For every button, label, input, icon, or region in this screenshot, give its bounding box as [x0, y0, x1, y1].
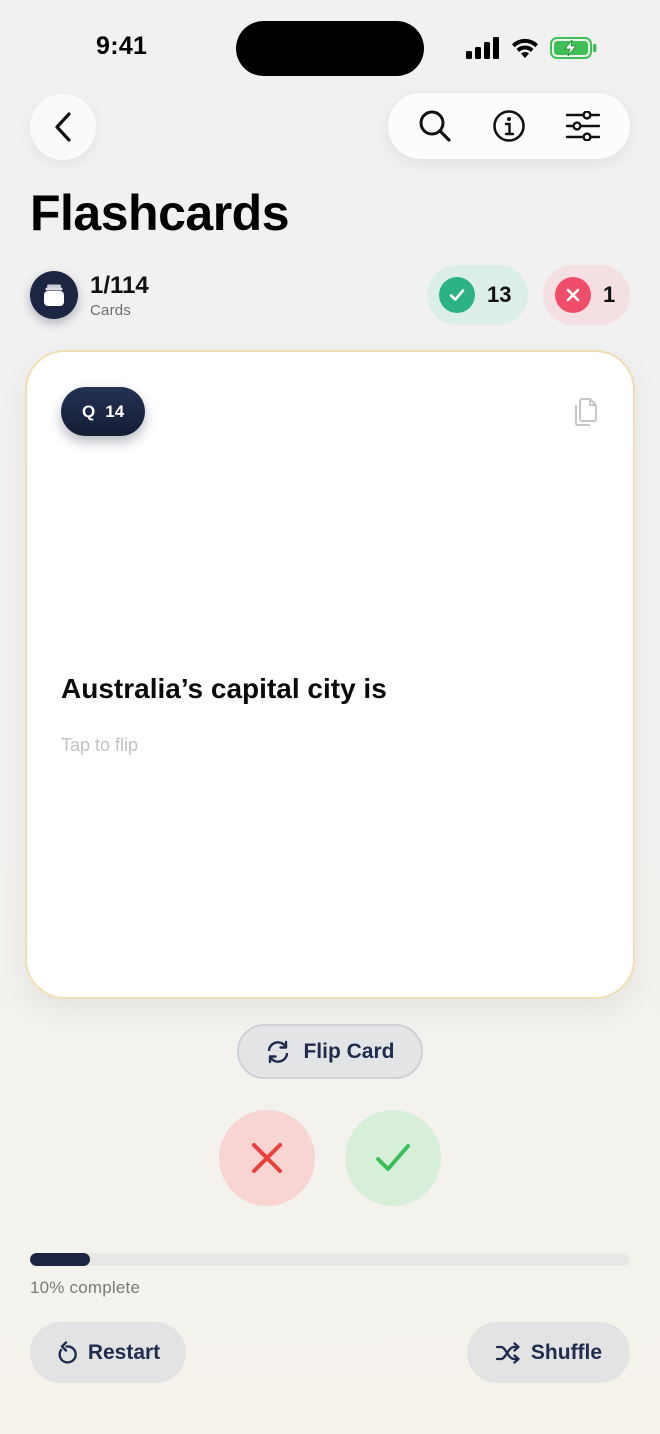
wrong-count-badge: 1	[543, 265, 630, 325]
refresh-icon	[268, 1040, 289, 1063]
card-counter-value: 1/114	[90, 272, 149, 299]
shuffle-icon	[495, 1341, 520, 1364]
info-button[interactable]	[483, 100, 535, 152]
restart-label: Restart	[87, 1340, 161, 1364]
progress-bar	[30, 1253, 630, 1266]
shuffle-button[interactable]: Shuffle	[467, 1322, 630, 1383]
check-icon	[439, 277, 475, 313]
dynamic-island	[236, 21, 424, 76]
close-icon	[555, 277, 591, 313]
close-icon	[252, 1143, 282, 1173]
question-text: Australia’s capital city is	[61, 673, 387, 704]
signal-icon	[466, 37, 499, 59]
settings-sliders-icon	[565, 111, 601, 141]
flashcard[interactable]: Q 14 Australia’s capital city is Tap to …	[25, 350, 635, 999]
card-counter-label: Cards	[90, 302, 132, 319]
search-icon	[419, 110, 451, 142]
flip-card-label: Flip Card	[303, 1039, 395, 1063]
page-title: Flashcards	[30, 185, 290, 241]
question-number-badge: Q 14	[61, 387, 146, 436]
toolbar-actions	[388, 93, 630, 159]
back-button[interactable]	[30, 94, 96, 160]
info-icon	[493, 110, 525, 142]
status-icons	[466, 34, 598, 62]
mark-wrong-button[interactable]	[219, 1110, 315, 1206]
question-badge-prefix: Q	[82, 401, 96, 421]
battery-icon	[550, 37, 597, 59]
progress-bar-fill	[30, 1253, 90, 1266]
correct-count: 13	[487, 282, 512, 307]
check-icon	[376, 1144, 410, 1171]
shuffle-label: Shuffle	[530, 1340, 603, 1364]
copy-button[interactable]	[573, 396, 601, 428]
settings-button[interactable]	[557, 100, 609, 152]
question-badge-number: 14	[105, 401, 125, 421]
copy-icon	[575, 398, 597, 426]
status-time: 9:41	[96, 32, 148, 60]
correct-count-badge: 13	[427, 265, 528, 325]
restart-button[interactable]: Restart	[30, 1322, 186, 1383]
tap-to-flip-hint: Tap to flip	[61, 735, 139, 755]
card-counter: 1/114 Cards	[90, 272, 149, 319]
search-button[interactable]	[409, 100, 461, 152]
progress-label: 10% complete	[30, 1278, 141, 1297]
mark-correct-button[interactable]	[345, 1110, 441, 1206]
deck-icon	[30, 271, 78, 319]
flip-card-button[interactable]: Flip Card	[237, 1024, 423, 1079]
wrong-count: 1	[603, 282, 616, 307]
back-icon	[55, 112, 71, 142]
wifi-icon	[512, 38, 538, 58]
restart-icon	[58, 1340, 77, 1364]
